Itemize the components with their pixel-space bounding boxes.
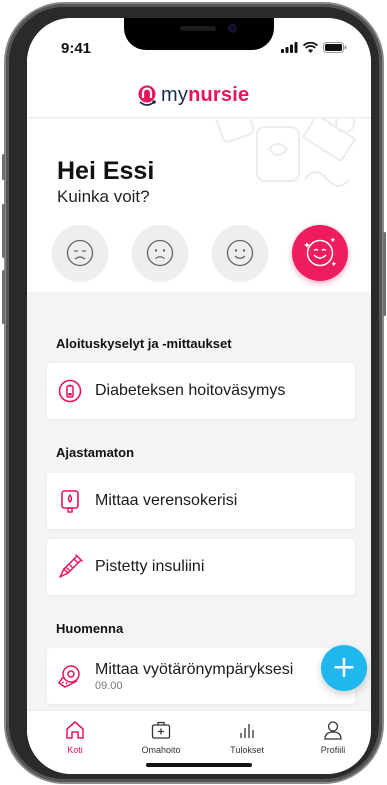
task-time: 09.00 [95, 679, 123, 692]
greeting-card: Hei Essi Kuinka voit? [27, 119, 371, 292]
greeting-title: Hei Essi [57, 157, 155, 185]
home-indicator [146, 763, 252, 767]
logo-mark-icon [138, 85, 156, 106]
battery-status-icon [323, 42, 347, 53]
tab-profiili[interactable]: Profiili [298, 719, 368, 755]
logo-wordmark: mynursie [161, 84, 250, 106]
wifi-icon [303, 42, 318, 53]
section-title: Aloituskyselyt ja -mittaukset [56, 336, 232, 351]
status-time: 9:41 [61, 40, 92, 57]
battery-icon [57, 378, 83, 404]
plus-icon: + [331, 650, 357, 685]
power-button [383, 232, 386, 316]
section-title: Huomenna [56, 621, 124, 636]
tab-tulokset[interactable]: Tulokset [212, 719, 282, 755]
task-label: Mittaa verensokerisi [95, 492, 238, 509]
greeting-question: Kuinka voit? [57, 187, 150, 206]
tab-label: Profiili [320, 745, 346, 755]
task-label: Mittaa vyötärönympäryksesi [95, 660, 294, 678]
mynursie-logo: mynursie [137, 84, 249, 107]
glucometer-icon [57, 488, 83, 514]
tape-measure-icon [57, 663, 83, 689]
mood-frowning-button[interactable] [132, 225, 188, 281]
sad-face-icon [66, 239, 94, 267]
tab-omahoito[interactable]: Omahoito [126, 719, 196, 755]
phone-frame: 9:41 mynursie Hei Essi Kuinka voit? Aloi… [2, 4, 386, 782]
smiling-face-icon [226, 239, 254, 267]
section-title: Ajastamaton [56, 445, 135, 460]
app-header: mynursie [27, 62, 371, 118]
syringe-icon [57, 554, 83, 580]
task-card[interactable]: Pistetty insuliini [47, 539, 355, 595]
tab-label: Omahoito [141, 745, 181, 755]
mood-smiling-button[interactable] [212, 225, 268, 281]
bar-chart-icon [240, 724, 254, 738]
background-illustration [211, 119, 357, 187]
home-icon [66, 721, 84, 739]
frowning-face-icon [146, 239, 174, 267]
screen: 9:41 mynursie Hei Essi Kuinka voit? Aloi… [27, 18, 371, 774]
task-card[interactable]: Diabeteksen hoitoväsymys [47, 363, 355, 419]
mood-very-happy-button[interactable] [292, 225, 348, 281]
task-label: Diabeteksen hoitoväsymys [95, 382, 286, 399]
tab-koti[interactable]: Koti [40, 719, 110, 755]
mood-selector [52, 225, 348, 281]
volume-up-button [2, 204, 5, 258]
task-card[interactable]: Mittaa verensokerisi [47, 473, 355, 529]
notch [124, 18, 274, 50]
add-button[interactable]: + [321, 645, 367, 691]
mood-sad-button[interactable] [52, 225, 108, 281]
tab-label: Koti [67, 745, 83, 755]
task-card[interactable]: Mittaa vyötärönympäryksesi 09.00 [47, 648, 355, 704]
signal-icon [281, 42, 298, 53]
mute-switch [2, 154, 5, 180]
medical-kit-icon [151, 721, 171, 739]
task-label: Pistetty insuliini [95, 558, 205, 575]
tab-label: Tulokset [230, 745, 264, 755]
user-icon [324, 721, 342, 740]
very-happy-face-icon [304, 237, 337, 267]
volume-down-button [2, 270, 5, 324]
